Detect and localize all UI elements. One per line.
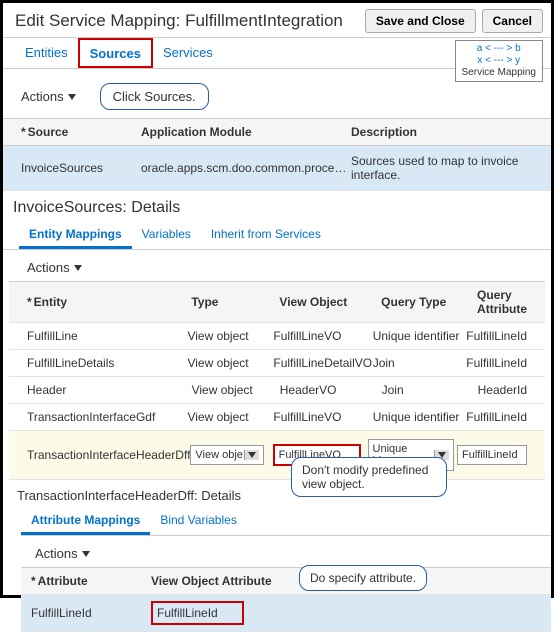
sources-actions-menu[interactable]: Actions [21,89,76,104]
chevron-down-icon [68,94,76,100]
service-mapping-hint: a < --- > b x < --- > y Service Mapping [455,40,543,82]
tab-sources[interactable]: Sources [78,38,153,68]
attribute-row[interactable]: FulfillLineId FulfillLineId [21,595,551,632]
tab-entity-mappings[interactable]: Entity Mappings [19,221,132,249]
entity-row[interactable]: TransactionInterfaceGdf View object Fulf… [9,404,545,431]
sources-table-header: *Source Application Module Description [3,118,551,146]
callout-specify-attribute: Do specify attribute. [299,565,427,591]
tab-inherit-from-services[interactable]: Inherit from Services [201,221,331,249]
callout-dont-modify-vo: Don't modify predefined view object. [291,457,447,497]
attribute-mappings-actions-menu[interactable]: Actions [35,546,90,561]
view-object-attribute-value: FulfillLineId [151,601,244,625]
entity-row[interactable]: FulfillLineDetails View object FulfillLi… [9,350,545,377]
tab-bind-variables[interactable]: Bind Variables [150,507,247,535]
entity-row[interactable]: FulfillLine View object FulfillLineVO Un… [9,323,545,350]
entity-table-header: *Entity Type View Object Query Type Quer… [9,281,545,323]
chevron-down-icon [248,452,256,458]
chevron-down-icon [74,265,82,271]
entity-row-editable[interactable]: TransactionInterfaceHeaderDff View obje … [9,431,545,480]
sources-table-row[interactable]: InvoiceSources oracle.apps.scm.doo.commo… [3,146,551,191]
tab-services[interactable]: Services [153,39,223,68]
entity-mappings-actions-menu[interactable]: Actions [27,260,82,275]
invoice-sources-details-title: InvoiceSources: Details [3,191,551,221]
transaction-interface-dff-details-title: TransactionInterfaceHeaderDff: Details [3,480,551,507]
type-select[interactable]: View obje [190,445,264,465]
tab-variables[interactable]: Variables [132,221,201,249]
tab-entities[interactable]: Entities [15,39,78,68]
tab-attribute-mappings[interactable]: Attribute Mappings [21,507,150,535]
callout-click-sources: Click Sources. [100,83,209,110]
cancel-button[interactable]: Cancel [482,9,543,33]
save-and-close-button[interactable]: Save and Close [365,9,476,33]
attribute-table-header: *Attribute View Object Attribute Express… [21,567,551,595]
chevron-down-icon [82,551,90,557]
query-attribute-input[interactable]: FulfillLineId [457,445,527,465]
entity-row[interactable]: Header View object HeaderVO Join HeaderI… [9,377,545,404]
page-title: Edit Service Mapping: FulfillmentIntegra… [15,11,343,31]
